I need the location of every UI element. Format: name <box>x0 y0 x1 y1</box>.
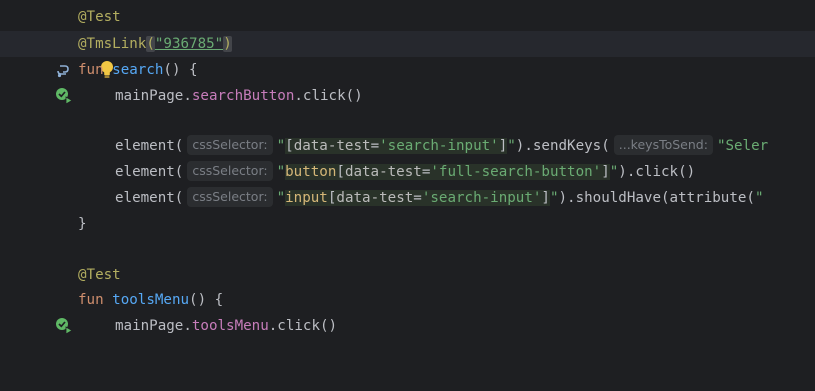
code-line[interactable]: @Test <box>0 262 815 288</box>
lightbulb-icon[interactable] <box>44 31 114 78</box>
closing-brace: } <box>78 216 87 232</box>
allure-link-icon[interactable] <box>2 31 70 78</box>
run-test-icon[interactable] <box>2 287 74 335</box>
code-editor[interactable]: @Test @TmsLink("936785") fun search() {… <box>0 0 815 342</box>
code-line-current[interactable]: @TmsLink("936785") <box>0 31 815 78</box>
tms-link-annotation: @TmsLink("936785") <box>78 36 232 52</box>
parameter-hint: cssSelector: <box>187 135 273 155</box>
parameter-hint: cssSelector: <box>187 187 273 207</box>
code-line[interactable]: mainPage.toolsMenu.click() <box>0 313 815 339</box>
code-line[interactable]: mainPage.searchButton.click() <box>0 83 815 109</box>
code-line[interactable]: } <box>0 211 815 237</box>
test-annotation: @Test <box>78 9 121 25</box>
code-line[interactable]: fun toolsMenu() { <box>0 287 815 335</box>
statement: mainPage.toolsMenu.click() <box>115 318 338 334</box>
code-line[interactable]: element(cssSelector: "input[data-test='se… <box>0 185 815 211</box>
code-line[interactable]: @Test <box>0 4 815 30</box>
test-annotation: @Test <box>78 267 121 283</box>
function-declaration: fun search() { <box>78 62 198 78</box>
parameter-hint: ...keysToSend: <box>613 135 713 155</box>
statement: element(cssSelector: "input[data-test='se… <box>115 187 764 207</box>
code-line[interactable]: element(cssSelector: "[data-test='search-… <box>0 133 815 159</box>
run-test-icon[interactable] <box>2 57 74 105</box>
function-declaration: fun toolsMenu() { <box>78 292 224 308</box>
parameter-hint: cssSelector: <box>187 161 273 181</box>
code-line[interactable]: element(cssSelector: "button[data-test='f… <box>0 159 815 185</box>
statement: element(cssSelector: "button[data-test='f… <box>115 161 696 181</box>
statement: mainPage.searchButton.click() <box>115 88 363 104</box>
code-line[interactable]: fun search() { <box>0 57 815 105</box>
statement: element(cssSelector: "[data-test='search-… <box>115 135 769 155</box>
